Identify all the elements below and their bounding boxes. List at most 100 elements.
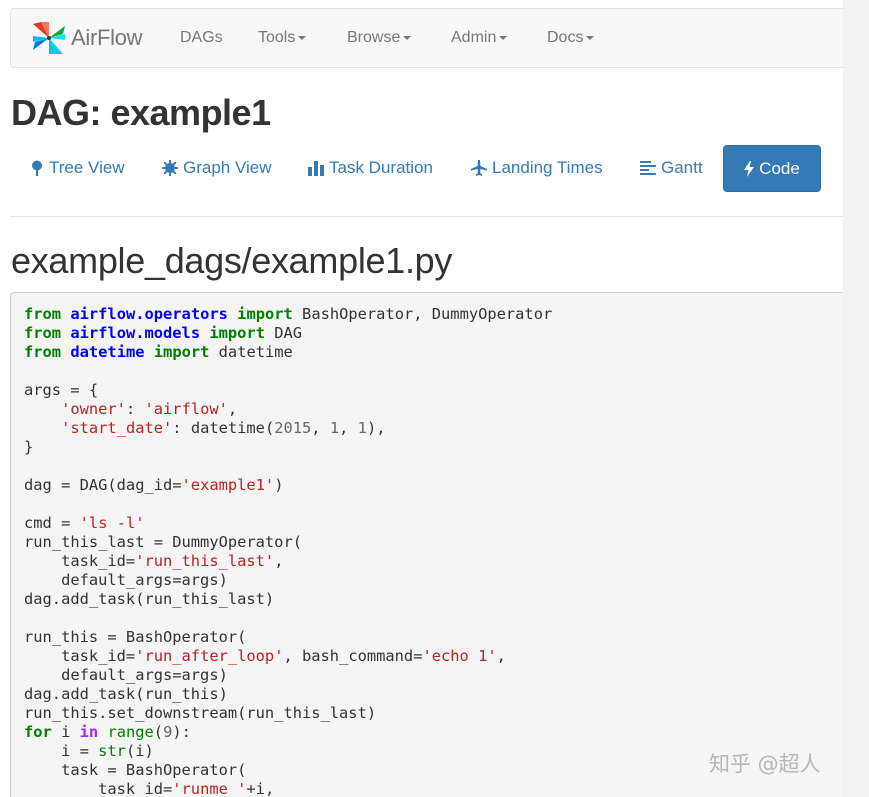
code-token: task_id= xyxy=(24,552,136,570)
code-token: run_this.set_downstream(run_this_last) xyxy=(24,704,377,722)
nav-dags[interactable]: DAGs xyxy=(180,29,223,47)
code-token: 1 xyxy=(329,419,340,437)
bolt-icon xyxy=(744,160,755,177)
code-token: , xyxy=(274,552,284,570)
code-token: , xyxy=(311,419,330,437)
code-token: BashOperator, DummyOperator xyxy=(292,305,553,323)
tab-code-label: Code xyxy=(759,158,800,178)
tab-task-duration-label: Task Duration xyxy=(329,158,433,177)
code-token: from xyxy=(24,343,62,361)
brand-name: AirFlow xyxy=(71,25,143,50)
code-token: run_this_last = DummyOperator( xyxy=(24,533,302,551)
nav-browse[interactable]: Browse xyxy=(347,29,412,47)
code-token: 'airflow' xyxy=(144,400,228,418)
code-token: task = BashOperator( xyxy=(24,761,247,779)
nav-docs[interactable]: Docs xyxy=(547,29,595,47)
code-line: task_id='run_after_loop', bash_command='… xyxy=(24,647,843,666)
code-line: task_id='run_this_last', xyxy=(24,552,843,571)
tab-graph-view[interactable]: Graph View xyxy=(162,158,272,178)
bar-chart-icon xyxy=(308,161,324,176)
code-line: cmd = 'ls -l' xyxy=(24,514,843,533)
watermark: 知乎 @超人 xyxy=(709,752,821,776)
code-token: args = { xyxy=(24,381,99,399)
code-token: str xyxy=(98,742,126,760)
tab-graph-view-label: Graph View xyxy=(183,158,272,177)
code-token: ) xyxy=(274,476,284,494)
code-token: (i) xyxy=(125,742,154,760)
code-token: for xyxy=(24,723,52,741)
code-token: } xyxy=(24,438,34,456)
code-token: default_args=args) xyxy=(24,571,228,589)
code-line: task_id='runme_'+i, xyxy=(24,780,843,797)
tab-tree-view-label: Tree View xyxy=(49,158,125,177)
tab-task-duration[interactable]: Task Duration xyxy=(308,158,433,178)
code-line: from datetime import datetime xyxy=(24,343,843,362)
tab-tree-view[interactable]: Tree View xyxy=(30,158,125,178)
tab-gantt[interactable]: Gantt xyxy=(640,158,703,178)
page-title: DAG: example1 xyxy=(11,92,271,133)
code-line: run_this.set_downstream(run_this_last) xyxy=(24,704,843,723)
divider xyxy=(10,216,843,217)
align-left-icon xyxy=(640,161,656,175)
tree-icon xyxy=(32,160,42,176)
tab-landing-times[interactable]: Landing Times xyxy=(471,158,603,178)
nav-docs-label: Docs xyxy=(547,29,584,46)
source-code: from airflow.operators import BashOperat… xyxy=(11,293,843,797)
caret-down-icon xyxy=(403,35,412,40)
code-token: default_args=args) xyxy=(24,666,228,684)
code-token: 'echo 1' xyxy=(422,647,497,665)
nav-browse-label: Browse xyxy=(347,29,401,46)
code-token: airflow.models xyxy=(70,324,201,342)
code-line: dag = DAG(dag_id='example1') xyxy=(24,476,843,495)
code-line: run_this = BashOperator( xyxy=(24,628,843,647)
code-line: default_args=args) xyxy=(24,666,843,685)
code-token: dag = DAG(dag_id= xyxy=(24,476,182,494)
code-token: : datetime( xyxy=(172,419,275,437)
code-token: , xyxy=(496,647,506,665)
code-token: run_this = BashOperator( xyxy=(24,628,247,646)
airflow-page: AirFlow DAGs Tools Browse Admin Docs DAG… xyxy=(0,0,843,797)
code-token: , xyxy=(227,400,238,418)
code-token: , bash_command= xyxy=(283,647,423,665)
code-token: i = xyxy=(24,742,99,760)
tab-code-active[interactable]: Code xyxy=(723,145,821,192)
code-token: 1 xyxy=(357,419,367,437)
nav-admin-label: Admin xyxy=(451,29,497,46)
brand[interactable]: AirFlow xyxy=(29,17,143,59)
code-token: task_id= xyxy=(24,647,136,665)
nav-tools[interactable]: Tools xyxy=(258,29,307,47)
code-token: 'ls -l' xyxy=(79,514,145,532)
code-token: DAG xyxy=(264,324,303,342)
code-line: from airflow.operators import BashOperat… xyxy=(24,305,843,324)
code-line: dag.add_task(run_this_last) xyxy=(24,590,843,609)
code-token: import xyxy=(209,324,265,342)
code-line: 'start_date': datetime(2015, 1, 1), xyxy=(24,419,843,438)
nav-dags-label: DAGs xyxy=(180,29,223,46)
code-token: airflow.operators xyxy=(70,305,228,323)
code-token: dag.add_task(run_this_last) xyxy=(24,590,275,608)
tab-landing-times-label: Landing Times xyxy=(492,158,603,177)
code-line: run_this_last = DummyOperator( xyxy=(24,533,843,552)
code-token: import xyxy=(153,343,210,361)
caret-down-icon xyxy=(586,35,595,40)
caret-down-icon xyxy=(298,35,307,40)
tab-gantt-label: Gantt xyxy=(661,158,703,177)
code-token: datetime xyxy=(209,343,293,361)
code-line: default_args=args) xyxy=(24,571,843,590)
code-line: 'owner': 'airflow', xyxy=(24,400,843,419)
code-token: ( xyxy=(153,723,164,741)
code-token: : xyxy=(125,400,145,418)
code-token: 'runme_' xyxy=(172,780,247,797)
nav-admin[interactable]: Admin xyxy=(451,29,508,47)
code-viewer[interactable]: from airflow.operators import BashOperat… xyxy=(10,292,843,797)
code-token: dag.add_task(run_this) xyxy=(24,685,228,703)
code-token: 2015 xyxy=(274,419,312,437)
